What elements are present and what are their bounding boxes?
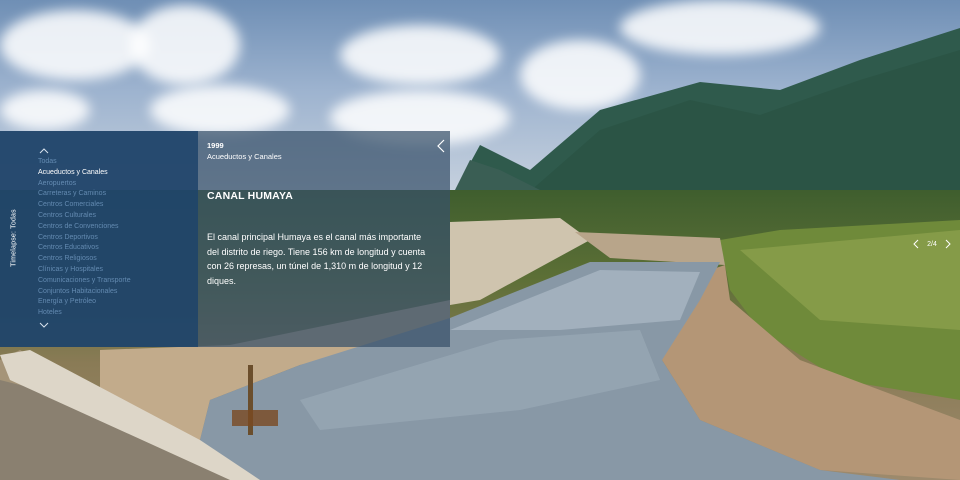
chevron-down-icon[interactable]: [38, 321, 50, 331]
chevron-right-icon: [945, 239, 951, 249]
category-item[interactable]: Centros de Convenciones: [38, 222, 131, 233]
next-image-button[interactable]: [944, 238, 952, 250]
category-list: Todas Acueductos y Canales Aeropuertos Carr…: [38, 157, 131, 319]
category-item[interactable]: Centros Deportivos: [38, 233, 131, 244]
category-item[interactable]: Carreteras y Caminos: [38, 189, 131, 200]
chevron-left-icon: [437, 139, 445, 153]
category-item[interactable]: Todas: [38, 157, 131, 168]
category-item[interactable]: Acueductos y Canales: [38, 168, 131, 179]
project-title: CANAL HUMAYA: [207, 190, 294, 202]
category-item[interactable]: Centros Culturales: [38, 211, 131, 222]
category-item[interactable]: Energía y Petróleo: [38, 297, 131, 308]
category-item[interactable]: Centros Religiosos: [38, 254, 131, 265]
category-item[interactable]: Aeropuertos: [38, 179, 131, 190]
category-item[interactable]: Centros Educativos: [38, 243, 131, 254]
chevron-up-icon[interactable]: [38, 147, 50, 157]
project-description: El canal principal Humaya es el canal má…: [207, 232, 426, 286]
project-year: 1999: [207, 141, 224, 150]
category-nav: Todas Acueductos y Canales Aeropuertos Carr…: [28, 131, 198, 347]
timelapse-label[interactable]: Timelapse: Todas: [11, 209, 18, 267]
category-item[interactable]: Comunicaciones y Transporte: [38, 276, 131, 287]
category-item[interactable]: Clínicas y Hospitales: [38, 265, 131, 276]
image-counter: 2/4: [927, 240, 937, 248]
category-item[interactable]: Hoteles: [38, 308, 131, 319]
project-detail-panel: 1999 Acueductos y Canales CANAL HUMAYA E…: [198, 131, 450, 347]
project-category: Acueductos y Canales: [207, 152, 282, 161]
prev-image-button[interactable]: [912, 238, 920, 250]
chevron-left-icon: [913, 239, 919, 249]
category-item[interactable]: Centros Comerciales: [38, 200, 131, 211]
category-item[interactable]: Conjuntos Habitacionales: [38, 287, 131, 298]
image-pager: 2/4: [912, 238, 952, 250]
close-panel-button[interactable]: [436, 138, 446, 154]
